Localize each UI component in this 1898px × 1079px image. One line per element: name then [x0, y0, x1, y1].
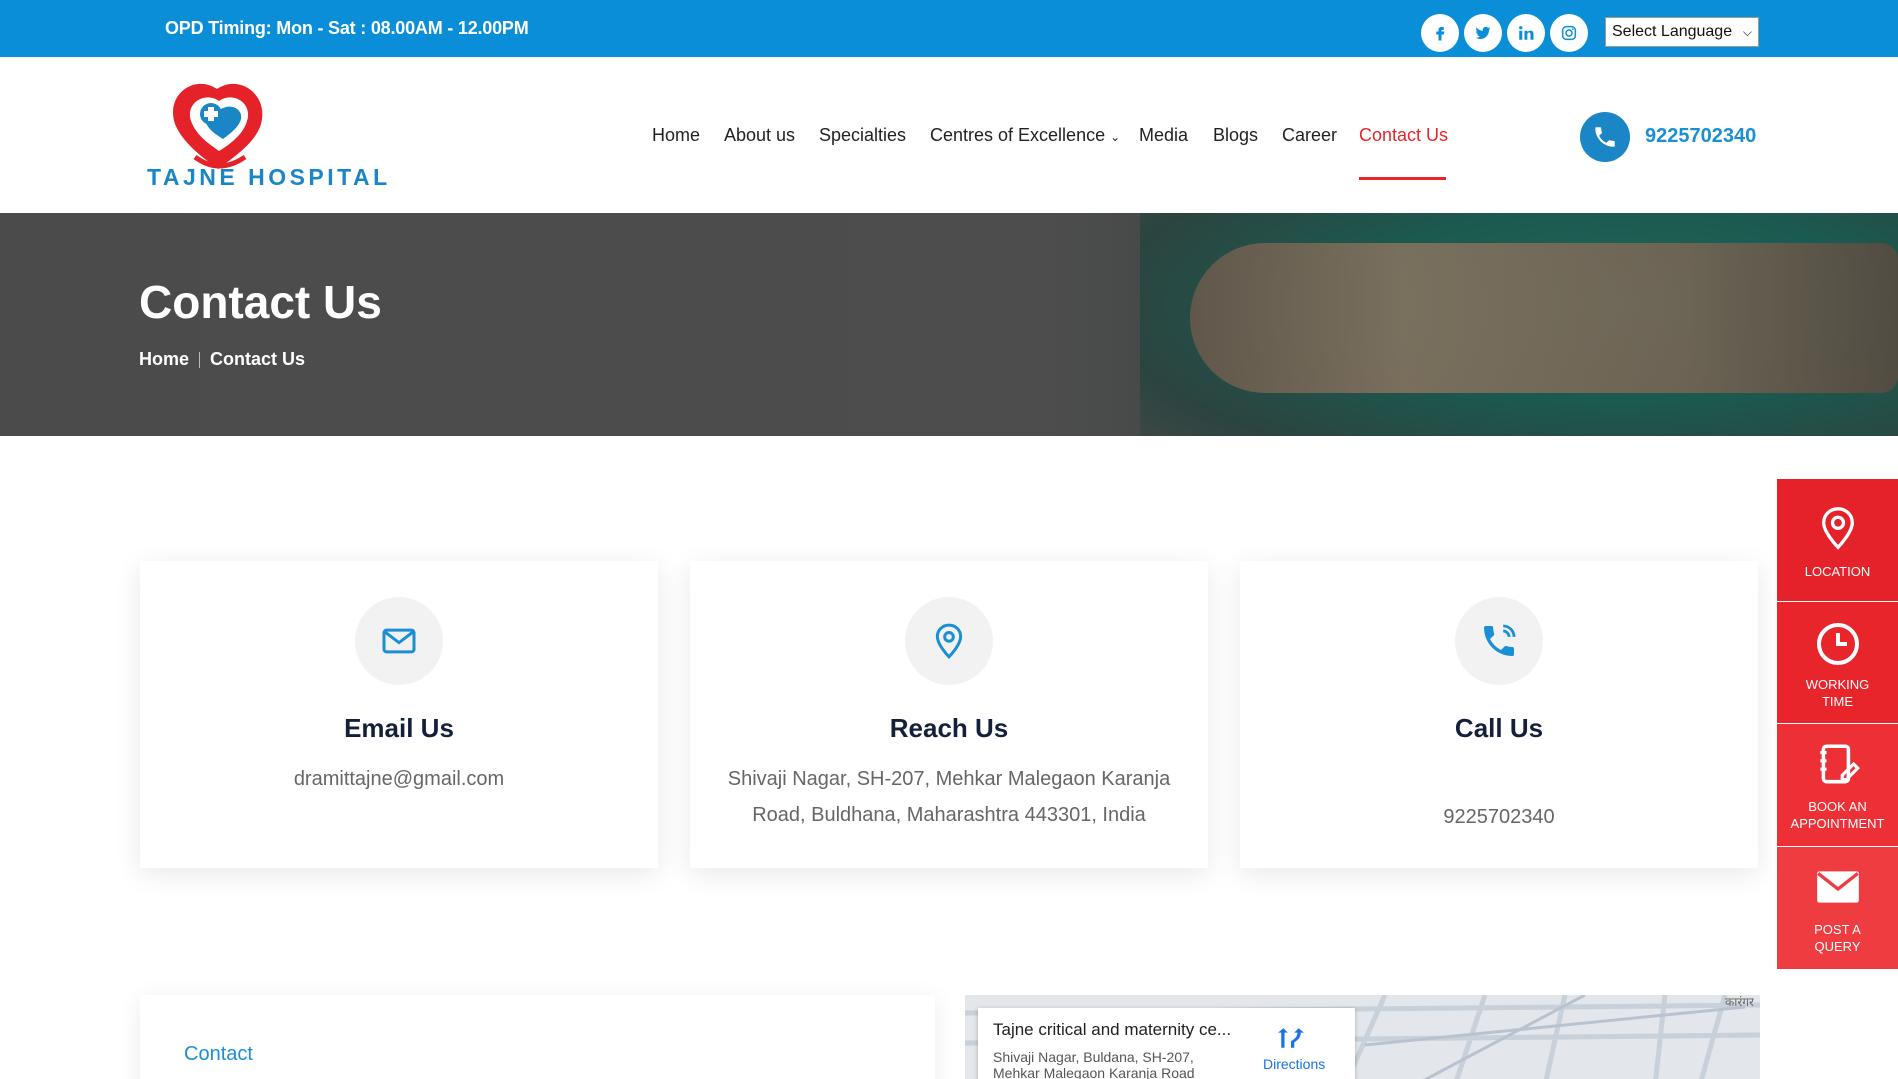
- logo-text: TAJNE HOSPITAL: [147, 164, 391, 190]
- mail-icon: [355, 597, 443, 685]
- map-place-address: Shivaji Nagar, Buldana, SH-207, Mehkar M…: [993, 1049, 1195, 1079]
- side-label-working-time: WORKING TIME: [1805, 677, 1870, 709]
- envelope-icon: [1816, 871, 1859, 903]
- call-card-title: Call Us: [1454, 713, 1544, 743]
- map-info-card: Tajne critical and maternity ce... Shiva…: [978, 1008, 1355, 1079]
- call-card: Call Us 9225702340: [1240, 561, 1758, 868]
- call-phone-number[interactable]: 9225702340: [1270, 799, 1728, 835]
- breadcrumb-separator: [199, 351, 201, 368]
- map-place-name: Tajne critical and maternity ce...: [993, 1020, 1232, 1039]
- nav-centres-label: Centres of Excellence: [930, 125, 1106, 145]
- chevron-down-icon: ⌵: [1742, 24, 1752, 39]
- email-card-title: Email Us: [344, 713, 454, 743]
- top-bar: OPD Timing: Mon - Sat : 08.00AM - 12.00P…: [0, 0, 1898, 57]
- nav-specialties[interactable]: Specialties: [819, 125, 906, 146]
- page-hero: Contact Us Home Contact Us: [0, 213, 1898, 436]
- chevron-down-icon: ⌄: [1110, 130, 1121, 144]
- appointment-book-icon: [1819, 744, 1860, 784]
- phone-icon[interactable]: [1580, 112, 1630, 162]
- address-line-1: Shivaji Nagar, SH-207, Mehkar Malegaon K…: [727, 768, 1171, 790]
- breadcrumb-home[interactable]: Home: [139, 349, 189, 370]
- contact-form-card: Contact: [140, 995, 935, 1079]
- language-select-value: Select Language: [1612, 23, 1733, 40]
- call-card-body: 9225702340: [1270, 799, 1728, 835]
- clock-icon: [1816, 623, 1859, 665]
- nav-career[interactable]: Career: [1282, 125, 1337, 146]
- nav-blogs[interactable]: Blogs: [1213, 125, 1258, 146]
- location-pin-icon: [905, 597, 993, 685]
- active-nav-underline: [1359, 177, 1446, 180]
- email-card-body: dramittajne@gmail.com: [170, 761, 628, 797]
- instagram-icon[interactable]: [1550, 14, 1588, 52]
- reach-card-body: Shivaji Nagar, SH-207, Mehkar Malegaon K…: [720, 761, 1178, 833]
- side-label-book-appointment: BOOK AN APPOINTMENT: [1790, 799, 1885, 831]
- hero-background-arm: [1190, 243, 1898, 393]
- google-map[interactable]: कारंगर Tajne critical and maternity ce..…: [965, 995, 1760, 1079]
- reach-card: Reach Us Shivaji Nagar, SH-207, Mehkar M…: [690, 561, 1208, 868]
- breadcrumb-current: Contact Us: [210, 349, 306, 369]
- side-button-post-query[interactable]: POST A QUERY: [1777, 847, 1898, 969]
- site-header: TAJNE HOSPITAL Home About us Specialties…: [0, 57, 1898, 213]
- map-place-label: कारंगर: [1725, 995, 1754, 1009]
- directions-link[interactable]: Directions: [1263, 1056, 1325, 1072]
- nav-home[interactable]: Home: [652, 125, 700, 146]
- page-title: Contact Us: [139, 276, 382, 328]
- directions-icon[interactable]: [1278, 1024, 1304, 1057]
- reach-card-title: Reach Us: [889, 713, 1009, 743]
- breadcrumb: Home Contact Us: [139, 349, 305, 370]
- address-line-2: Road, Buldhana, Maharashtra 443301, Indi…: [752, 804, 1146, 826]
- side-label-post-query: POST A QUERY: [1814, 922, 1861, 954]
- facebook-icon[interactable]: [1421, 14, 1459, 52]
- email-card: Email Us dramittajne@gmail.com: [140, 561, 658, 868]
- location-icon: [1821, 507, 1854, 550]
- nav-media[interactable]: Media: [1139, 125, 1188, 146]
- opd-timing: OPD Timing: Mon - Sat : 08.00AM - 12.00P…: [165, 18, 529, 38]
- linkedin-icon[interactable]: [1507, 14, 1545, 52]
- twitter-icon[interactable]: [1464, 14, 1502, 52]
- language-select[interactable]: Select Language ⌵: [1605, 17, 1759, 47]
- side-button-location[interactable]: LOCATION: [1777, 479, 1898, 601]
- header-phone-number[interactable]: 9225702340: [1645, 125, 1756, 148]
- side-button-working-time[interactable]: WORKING TIME: [1777, 602, 1898, 723]
- side-label-location: LOCATION: [1804, 564, 1871, 579]
- email-address[interactable]: dramittajne@gmail.com: [170, 761, 628, 797]
- nav-about-us[interactable]: About us: [724, 125, 795, 146]
- side-button-book-appointment[interactable]: BOOK AN APPOINTMENT: [1777, 724, 1898, 846]
- nav-contact-us[interactable]: Contact Us: [1359, 125, 1448, 146]
- contact-form-tab[interactable]: Contact: [184, 1043, 253, 1066]
- nav-centres-of-excellence[interactable]: Centres of Excellence ⌄: [930, 125, 1120, 146]
- phone-call-icon: [1455, 597, 1543, 685]
